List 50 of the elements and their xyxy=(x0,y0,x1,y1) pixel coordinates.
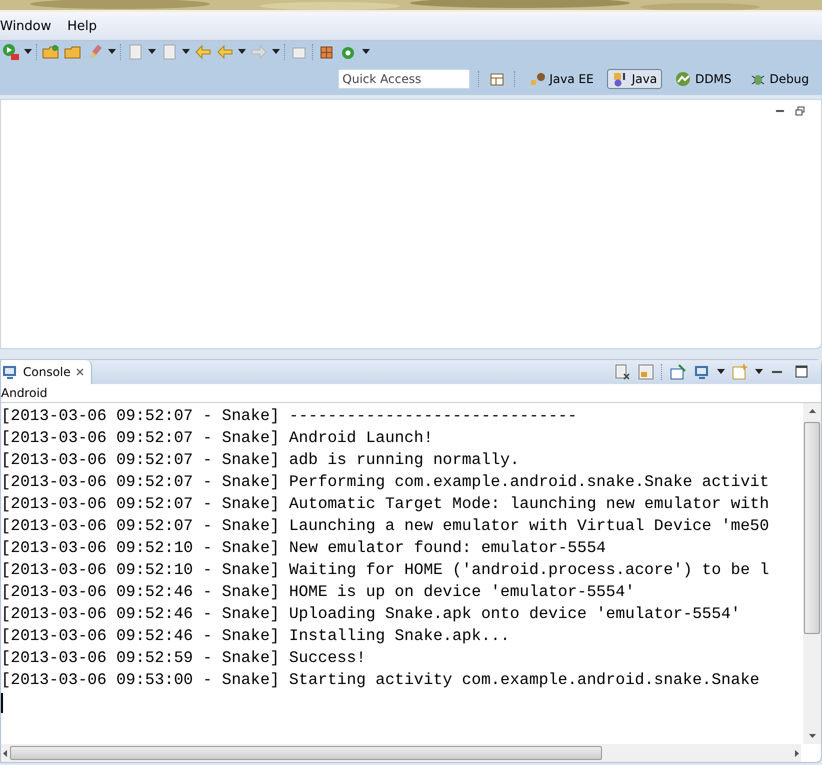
beans-icon xyxy=(529,71,546,87)
monitor-icon[interactable] xyxy=(693,363,711,381)
monitor-icon xyxy=(1,363,19,381)
console-line: [2013-03-06 09:52:46 - Snake] Installing Snake.apk... xyxy=(1,626,511,647)
restore-icon[interactable] xyxy=(795,106,805,116)
dropdown-arrow-icon[interactable] xyxy=(24,49,32,55)
console-line: [2013-03-06 09:52:07 - Snake] Launching a new emulator with Virtual Device 'me50 xyxy=(1,516,770,537)
dropdown-arrow-icon[interactable] xyxy=(238,49,246,55)
console-title: Android xyxy=(1,384,821,403)
dropdown-arrow-icon[interactable] xyxy=(148,49,156,55)
horizontal-scrollbar[interactable] xyxy=(1,744,801,762)
console-line: [2013-03-06 09:52:10 - Snake] New emulator found: emulator-5554 xyxy=(1,538,607,559)
chart-circle-icon xyxy=(675,71,692,87)
console-line: [2013-03-06 09:52:07 - Snake] adb is running normally. xyxy=(1,450,520,471)
clear-console-icon[interactable] xyxy=(613,363,631,381)
dropdown-arrow-icon[interactable] xyxy=(717,369,725,375)
dropdown-arrow-icon[interactable] xyxy=(108,49,116,55)
java-perspective-icon xyxy=(612,71,628,87)
folder-icon[interactable] xyxy=(42,43,60,61)
text-cursor xyxy=(1,693,3,713)
scroll-down-arrow-icon[interactable] xyxy=(808,731,816,740)
perspective-button[interactable]: Java xyxy=(606,69,662,89)
console-line: [2013-03-06 09:52:07 - Snake] Android Launch! xyxy=(1,428,434,449)
perspective-button[interactable]: Java EE xyxy=(524,69,599,89)
console-line: [2013-03-06 09:53:00 - Snake] Starting activity com.example.android.snake.Snake xyxy=(1,670,761,691)
console-line: [2013-03-06 09:52:07 - Snake] Performing com.example.android.snake.Snake activit xyxy=(1,472,770,493)
console-line: [2013-03-06 09:52:07 - Snake] ------------------------------ xyxy=(1,406,578,427)
dropdown-arrow-icon[interactable] xyxy=(272,49,280,55)
scroll-right-arrow-icon[interactable] xyxy=(792,748,801,758)
console-tab[interactable]: Console xyxy=(1,360,92,384)
console-line: [2013-03-06 09:52:10 - Snake] Waiting for HOME ('android.process.acore') to be l xyxy=(1,560,770,581)
vertical-scrollbar[interactable] xyxy=(803,403,821,744)
console-line: [2013-03-06 09:52:46 - Snake] Uploading Snake.apk onto device 'emulator-5554' xyxy=(1,604,742,625)
console-line: [2013-03-06 09:52:46 - Snake] HOME is up on device 'emulator-5554' xyxy=(1,582,636,603)
console-line: [2013-03-06 09:52:59 - Snake] Success! xyxy=(1,648,367,669)
scroll-lock-icon[interactable] xyxy=(637,363,655,381)
dropdown-arrow-icon[interactable] xyxy=(182,49,190,55)
console-line: [2013-03-06 09:52:07 - Snake] Automatic Target Mode: launching new emulator with xyxy=(1,494,770,515)
close-icon[interactable] xyxy=(74,367,85,377)
menu-item[interactable]: Help xyxy=(67,18,99,34)
dropdown-arrow-icon[interactable] xyxy=(362,49,370,55)
scroll-up-arrow-icon[interactable] xyxy=(808,407,816,416)
scroll-left-arrow-icon[interactable] xyxy=(1,748,10,758)
quick-access-field[interactable]: Quick Access xyxy=(338,69,470,89)
dropdown-arrow-icon[interactable] xyxy=(755,369,763,375)
menu-item[interactable]: Window xyxy=(0,18,54,34)
pin-icon[interactable] xyxy=(669,363,687,381)
run-icon[interactable] xyxy=(2,43,20,61)
perspective-button[interactable]: DDMS xyxy=(670,69,737,89)
perspective-button[interactable]: Debug xyxy=(744,69,814,89)
